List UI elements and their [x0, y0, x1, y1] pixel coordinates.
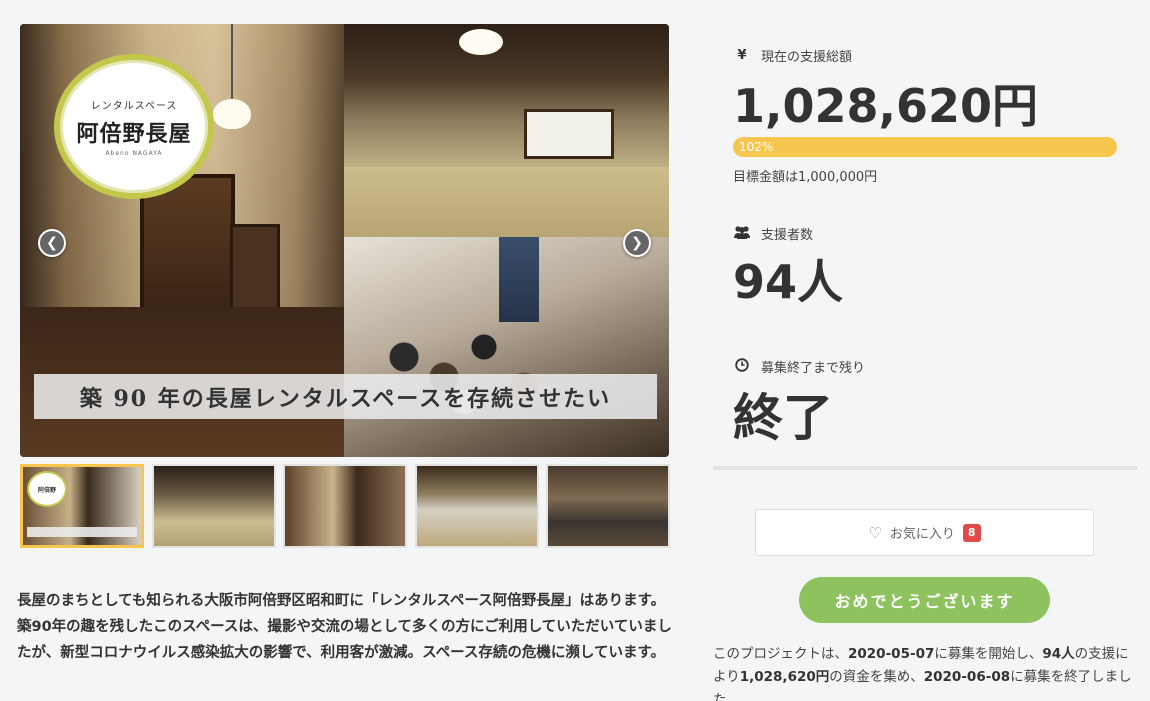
summary-supporters: 94人: [1042, 646, 1075, 662]
thumbnail-1[interactable]: 阿倍野: [20, 464, 144, 548]
ceiling-lamp: [213, 99, 251, 129]
summary-amount: 1,028,620円: [739, 669, 830, 685]
summary-text: より: [713, 669, 740, 685]
ceiling-lamp: [459, 29, 503, 55]
remaining-label-row: 募集終了まで残り: [733, 357, 865, 376]
project-description: 長屋のまちとしても知られる大阪市阿倍野区昭和町に「レンタルスペース阿倍野長屋」は…: [17, 593, 672, 661]
thumbnail-5[interactable]: [546, 464, 670, 548]
logo-sub-text: Abeno NAGAYA: [105, 149, 163, 157]
lamp-cord: [231, 24, 233, 99]
yen-icon: ¥: [737, 48, 747, 63]
summary-text: の資金を集め、: [829, 669, 924, 685]
window: [524, 109, 614, 159]
summary-start-date: 2020-05-07: [848, 646, 935, 662]
heart-icon: ♡: [868, 523, 882, 542]
thumbnail-image: [154, 466, 274, 546]
person-legs: [499, 237, 539, 322]
thumbnail-2[interactable]: [152, 464, 276, 548]
thumbnail-strip: 阿倍野: [20, 464, 670, 550]
remaining-value: 終了: [733, 389, 833, 447]
thumbnail-caption-band: [27, 527, 137, 537]
progress-fill: 102%: [733, 137, 1117, 157]
favorite-label: お気に入り: [889, 527, 955, 542]
thumbnail-image: [285, 466, 405, 546]
clock-icon: [733, 357, 751, 376]
photo-tatami-room: [344, 24, 669, 237]
thumbnail-image: [548, 466, 668, 546]
supporters-value: 94人: [733, 255, 844, 309]
hero-caption: 築 90 年の長屋レンタルスペースを存続させたい: [34, 374, 657, 419]
project-main-image[interactable]: レンタルスペース 阿倍野長屋 Abeno NAGAYA 築 90 年の長屋レンタ…: [20, 24, 669, 457]
summary-end-date: 2020-06-08: [923, 669, 1011, 685]
logo-main-text: 阿倍野長屋: [76, 120, 192, 147]
chevron-left-icon: ❮: [46, 235, 58, 251]
goal-amount-text: 目標金額は1,000,000円: [733, 170, 878, 185]
tatami-floor: [344, 167, 669, 237]
summary-text: の支援に: [1074, 646, 1129, 662]
project-summary: このプロジェクトは、2020-05-07に募集を開始し、94人の支援により1,0…: [713, 643, 1143, 701]
summary-text: に募集を開始し、: [934, 646, 1043, 662]
thumbnail-logo: 阿倍野: [27, 471, 67, 507]
favorite-count-badge: 8: [962, 523, 981, 542]
logo-top-text: レンタルスペース: [90, 100, 178, 112]
favorite-button[interactable]: ♡ お気に入り 8: [755, 509, 1094, 556]
abeno-nagaya-logo: レンタルスペース 阿倍野長屋 Abeno NAGAYA: [54, 54, 214, 199]
funding-progress-bar: 102%: [733, 137, 1117, 157]
congrats-button[interactable]: おめでとうございます: [799, 577, 1050, 623]
supporters-label-row: 支援者数: [733, 224, 813, 243]
total-amount-label-row: ¥ 現在の支援総額: [733, 46, 852, 65]
summary-text: このプロジェクトは、: [713, 646, 848, 662]
remaining-label: 募集終了まで残り: [761, 361, 866, 376]
thumbnail-image: [417, 466, 537, 546]
supporters-label: 支援者数: [761, 228, 814, 243]
chevron-right-icon: ❯: [631, 235, 643, 251]
funding-stats-panel: ¥ 現在の支援総額 1,028,620円 102% 目標金額は1,000,000…: [713, 18, 1137, 470]
thumbnail-4[interactable]: [415, 464, 539, 548]
total-amount-label: 現在の支援総額: [761, 50, 853, 65]
carousel-next-button[interactable]: ❯: [623, 229, 651, 257]
thumbnail-3[interactable]: [283, 464, 407, 548]
photo-genkan-shoes: [344, 237, 669, 457]
users-icon: [733, 225, 751, 243]
total-amount-value: 1,028,620円: [733, 79, 1038, 133]
carousel-prev-button[interactable]: ❮: [38, 229, 66, 257]
